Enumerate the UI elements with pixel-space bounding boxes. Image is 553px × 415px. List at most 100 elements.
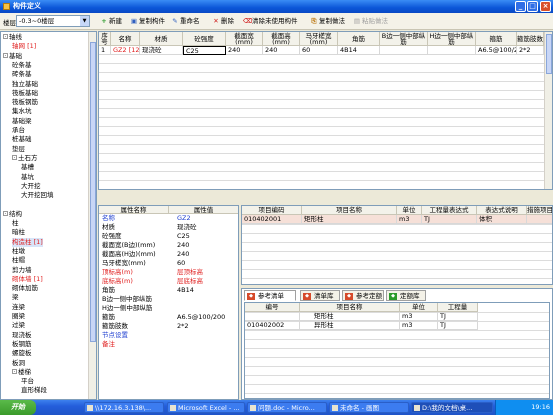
property-row[interactable]: 马牙槎宽(mm) 60 <box>99 259 238 268</box>
property-value[interactable]: C25 <box>177 232 190 241</box>
table-cell[interactable]: m3 <box>400 312 438 321</box>
tab-reference[interactable]: ◆ 定额库 <box>386 290 426 301</box>
property-row[interactable]: 截面高(H边)(mm) 240 <box>99 250 238 259</box>
column-header[interactable]: 措施项目 <box>527 206 552 215</box>
property-row[interactable]: 箍筋 A6.5@100/200 <box>99 313 238 322</box>
tree-item[interactable]: 柱墩 <box>12 247 25 256</box>
tree-item[interactable]: - 土石方 <box>12 154 38 163</box>
tree-item[interactable]: 平台 <box>21 377 34 386</box>
tab-reference[interactable]: ◆ 参考定额 <box>342 290 384 301</box>
table-cell[interactable]: TJ <box>422 215 477 224</box>
tree-item[interactable]: 螺旋板 <box>12 349 32 358</box>
tree-item[interactable]: 基础梁 <box>12 117 32 126</box>
property-row[interactable]: 名称 GZ2 <box>99 214 238 223</box>
close-button[interactable]: × <box>540 1 551 12</box>
taskbar-button[interactable]: 未命名 - 画图 <box>329 402 409 413</box>
table-cell[interactable]: 60 <box>300 46 338 55</box>
table-cell[interactable]: 现浇砼 <box>140 46 183 55</box>
tab-reference[interactable]: ◆ 参考清单 <box>244 290 296 301</box>
table-cell[interactable]: GZ2 [12] <box>111 46 140 55</box>
column-header[interactable]: 砼强度 <box>183 32 226 46</box>
table-cell[interactable] <box>380 46 428 55</box>
tree-item[interactable]: - 轴线 <box>3 33 22 42</box>
clear-unused-button[interactable]: ⌫清除未使用构件 <box>243 16 298 27</box>
tree-item[interactable]: 剪力墙 <box>12 266 32 275</box>
table-cell[interactable]: TJ <box>438 321 478 330</box>
tree-item[interactable]: 直形梯段 <box>21 386 47 395</box>
tree-item[interactable]: 集水坑 <box>12 107 32 116</box>
table-cell[interactable]: 异形柱 <box>300 321 400 330</box>
table-cell[interactable]: 矩形柱 <box>300 312 400 321</box>
tree-item[interactable]: 柱 <box>12 219 19 228</box>
taskbar-button[interactable]: \\172.16.3.138\... <box>84 402 164 413</box>
table-cell[interactable] <box>527 215 552 224</box>
property-row[interactable]: 顶标高(m) 层顶标高 <box>99 268 238 277</box>
collapse-icon[interactable]: - <box>3 34 8 39</box>
tree-item[interactable]: 大开挖回填 <box>21 191 54 200</box>
tree-item[interactable]: 筏板基础 <box>12 89 38 98</box>
column-header[interactable]: 项目编码 <box>242 206 302 215</box>
property-value[interactable]: 层底标高 <box>177 277 203 286</box>
column-header[interactable]: 箍筋 <box>476 32 517 46</box>
taskbar-button[interactable]: Microsoft Excel - ... <box>167 402 245 413</box>
property-value[interactable]: A6.5@100/200 <box>177 313 225 322</box>
table-cell[interactable]: 010402001 <box>242 215 302 224</box>
tree-item[interactable]: 连梁 <box>12 303 25 312</box>
table-cell[interactable]: m3 <box>397 215 422 224</box>
column-header[interactable]: 截面高(mm) <box>263 32 300 46</box>
paste-method-button[interactable]: ▤ 粘贴做法 <box>353 16 388 27</box>
column-header[interactable]: 单位 <box>397 206 422 215</box>
property-value[interactable]: 60 <box>177 259 185 268</box>
column-header[interactable]: 箍筋肢数 <box>517 32 544 46</box>
tree-item[interactable]: 砌体墙 [1] <box>12 275 43 284</box>
column-header[interactable]: B边一侧中部纵筋 <box>380 32 428 46</box>
copy-method-button[interactable]: ⎘ 复制做法 <box>310 16 345 27</box>
column-header[interactable]: 项目名称 <box>302 206 397 215</box>
column-header[interactable]: 编号 <box>245 303 300 312</box>
property-row[interactable]: 砼强度 C25 <box>99 232 238 241</box>
property-row[interactable]: H边一侧中部纵筋 <box>99 304 238 313</box>
taskbar-button[interactable]: 问题.doc - Micro... <box>247 402 327 413</box>
tree-item[interactable]: 砖条基 <box>12 70 32 79</box>
tree-item[interactable]: 筏板钢筋 <box>12 98 38 107</box>
column-header[interactable]: 截面宽(mm) <box>226 32 263 46</box>
new-button[interactable]: + 新建 <box>100 16 122 27</box>
property-value[interactable]: 4B14 <box>177 286 194 295</box>
collapse-icon[interactable]: - <box>3 52 8 58</box>
column-header[interactable]: 序号 <box>99 32 111 46</box>
column-header[interactable]: 表达式说明 <box>477 206 527 215</box>
tree-scrollbar[interactable] <box>88 32 96 399</box>
table-cell[interactable]: 1 <box>99 46 111 55</box>
property-row[interactable]: 材质 现浇砼 <box>99 223 238 232</box>
property-row[interactable]: 截面宽(B边)(mm) 240 <box>99 241 238 250</box>
column-header[interactable]: 材质 <box>140 32 183 46</box>
minimize-button[interactable]: _ <box>515 1 526 12</box>
table-cell[interactable] <box>428 46 476 55</box>
table-cell[interactable]: 010402002 <box>245 321 300 330</box>
tree-item[interactable]: 独立基础 <box>12 80 38 89</box>
chevron-down-icon[interactable]: ▼ <box>80 16 89 26</box>
tree-item[interactable]: 砌体加筋 <box>12 284 38 293</box>
taskbar-button[interactable]: D:\我的文档\桌... <box>411 402 493 413</box>
property-value[interactable]: GZ2 <box>177 214 191 223</box>
table-cell[interactable]: 240 <box>226 46 263 55</box>
table-cell[interactable]: 体积 <box>477 215 527 224</box>
collapse-icon[interactable]: - <box>12 368 17 374</box>
property-value[interactable]: 240 <box>177 241 189 250</box>
tree-item[interactable]: 板钢筋 <box>12 340 32 349</box>
property-row[interactable]: 备注 <box>99 340 238 349</box>
property-value[interactable]: 层顶标高 <box>177 268 203 277</box>
table-cell[interactable]: 4B14 <box>338 46 380 55</box>
table-cell[interactable]: 矩形柱 <box>302 215 397 224</box>
property-row[interactable]: 角筋 4B14 <box>99 286 238 295</box>
tree-item[interactable]: 大开挖 <box>21 182 41 191</box>
column-header[interactable]: 角筋 <box>338 32 380 46</box>
column-header[interactable]: 工程量表达式 <box>422 206 477 215</box>
tree-item[interactable]: 构造柱 [1] <box>12 237 43 247</box>
tree-item[interactable]: - 结构 <box>3 210 22 219</box>
property-value[interactable]: 240 <box>177 250 189 259</box>
delete-button[interactable]: ✕ 删除 <box>212 16 234 27</box>
tree-item[interactable]: 基坑 <box>21 173 34 182</box>
table-cell[interactable]: 2*2 <box>517 46 544 55</box>
copy-component-button[interactable]: ▣ 复制构件 <box>130 16 165 27</box>
